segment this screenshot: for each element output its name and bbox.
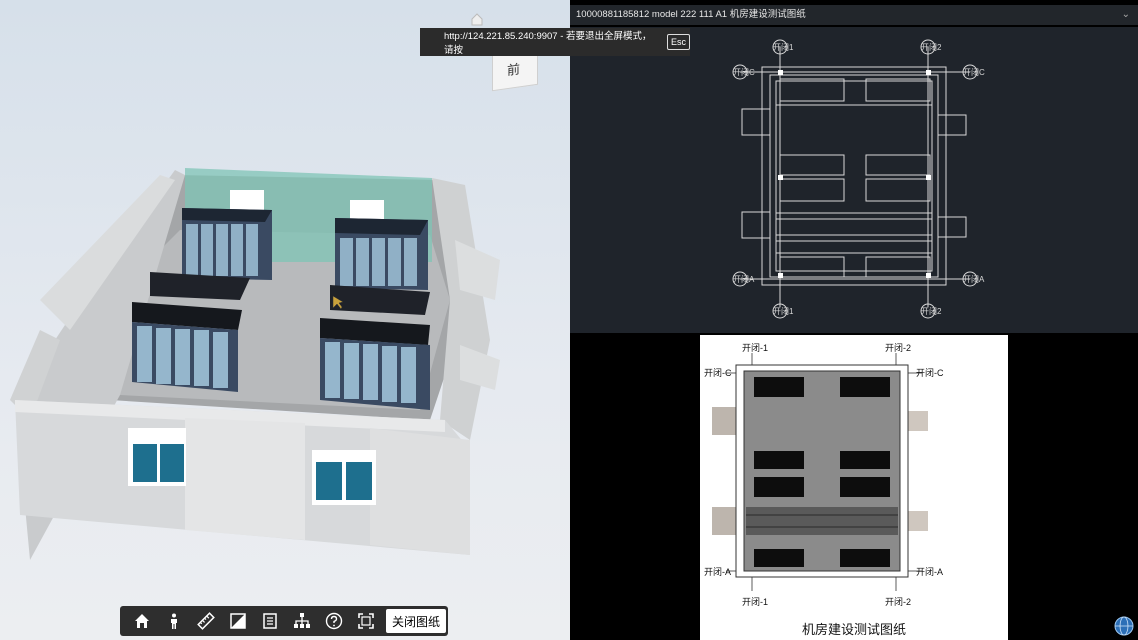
cad-axis-label: 开闭1	[773, 307, 794, 316]
section-button[interactable]	[222, 606, 254, 636]
measure-button[interactable]	[190, 606, 222, 636]
home-icon	[135, 614, 149, 628]
close-drawing-button[interactable]: 关闭图纸	[386, 609, 447, 633]
help-icon	[325, 612, 343, 630]
fullscreen-notice-text: http://124.221.85.240:9907 - 若要退出全屏模式，请按	[444, 31, 652, 56]
esc-key: Esc	[666, 34, 690, 50]
paper-axis-label: 开闭-2	[885, 342, 911, 353]
drawing-title: 10000881185812 model 222 111 A1 机房建设测试图纸	[576, 9, 806, 20]
paper-axis-label: 开闭-1	[742, 342, 768, 353]
cad-axis-label: 开闭A	[963, 275, 985, 284]
properties-button[interactable]	[254, 606, 286, 636]
paper-axis-label: 开闭-A	[916, 566, 943, 577]
cad-axis-label: 开闭2	[921, 307, 942, 316]
viewer-toolbar: 关闭图纸	[120, 606, 448, 636]
paper-axis-label: 开闭-C	[916, 367, 944, 378]
structure-tree-icon	[294, 613, 310, 628]
ruler-icon	[197, 612, 215, 630]
cad-axis-label: 开闭C	[963, 68, 985, 77]
server-room-model[interactable]	[0, 0, 570, 600]
globe-icon[interactable]	[1114, 616, 1134, 636]
paper-title: 机房建设测试图纸	[801, 622, 906, 637]
fullscreen-notice: http://124.221.85.240:9907 - 若要退出全屏模式，请按…	[420, 28, 690, 56]
model-tree-button[interactable]	[286, 606, 318, 636]
cad-axis-label: 开闭A	[733, 275, 755, 284]
cad-axis-label: 开闭C	[733, 68, 755, 77]
person-view-button[interactable]	[158, 606, 190, 636]
chevron-down-icon[interactable]: ⌄	[1122, 5, 1130, 25]
person-icon	[171, 613, 177, 629]
cad-axis-label: 开闭1	[773, 43, 794, 52]
document-icon	[263, 613, 277, 629]
cad-axis-label: 开闭2	[921, 43, 942, 52]
paper-axis-label: 开闭-2	[885, 596, 911, 607]
cad-drawing-view[interactable]: 开闭1 开闭2 开闭C 开闭C 开闭A 开闭A 开闭1 开闭2	[570, 27, 1138, 333]
drawing-panel: 10000881185812 model 222 111 A1 机房建设测试图纸…	[570, 0, 1138, 640]
cad-floor-plan: 开闭1 开闭2 开闭C 开闭C 开闭A 开闭A 开闭1 开闭2	[732, 39, 985, 319]
3d-viewer[interactable]: 前 关闭图纸	[0, 0, 570, 640]
printed-drawing[interactable]: 开闭-1 开闭-2 开闭-C 开闭-C 开闭-A 开闭-A 开闭-1 开闭-2 …	[700, 335, 1008, 640]
section-icon	[230, 613, 246, 629]
drawing-selector[interactable]: 10000881185812 model 222 111 A1 机房建设测试图纸…	[570, 5, 1138, 25]
paper-axis-label: 开闭-A	[704, 566, 731, 577]
paper-axis-label: 开闭-1	[742, 596, 768, 607]
paper-axis-label: 开闭-C	[704, 367, 732, 378]
fullscreen-button[interactable]	[350, 606, 382, 636]
help-button[interactable]	[318, 606, 350, 636]
home-button[interactable]	[126, 606, 158, 636]
printed-floor-plan: 开闭-1 开闭-2 开闭-C 开闭-C 开闭-A 开闭-A 开闭-1 开闭-2	[704, 342, 944, 607]
fullscreen-icon	[358, 613, 374, 629]
